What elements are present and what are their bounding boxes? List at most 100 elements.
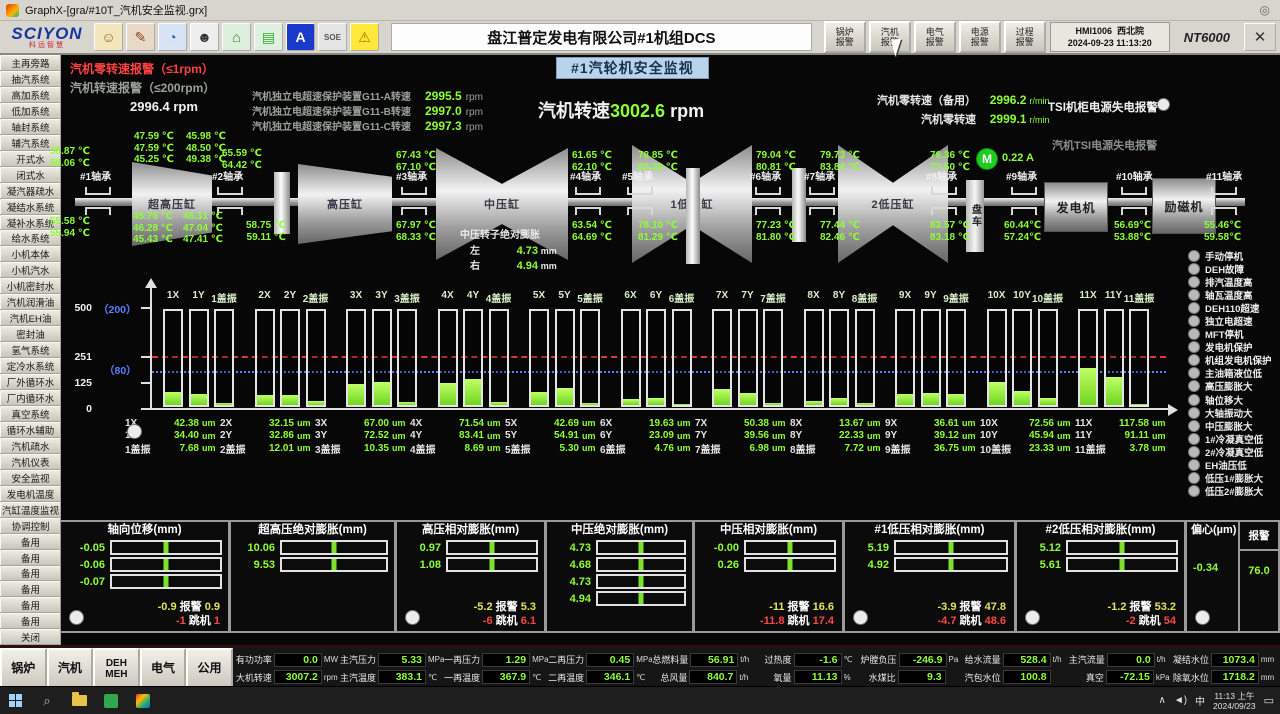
sidebar-item-0[interactable]: 主再旁路 xyxy=(0,55,61,71)
status-cell: 汽包水位100.8 xyxy=(965,670,1069,684)
notification-icon[interactable]: ▭ xyxy=(1264,694,1274,707)
sidebar-item-35[interactable]: 备用 xyxy=(0,613,61,629)
sidebar-item-3[interactable]: 低加系统 xyxy=(0,103,61,119)
font-A-icon[interactable]: A xyxy=(286,23,315,51)
bar-label-7Y: 7Y xyxy=(741,290,753,301)
app-taskbar-icon[interactable] xyxy=(128,688,158,713)
sidebar-item-33[interactable]: 备用 xyxy=(0,581,61,597)
gauge-bar xyxy=(280,557,388,572)
chart-y-arrow xyxy=(145,272,157,288)
status-cell: 真空-72.15kPa xyxy=(1069,670,1173,684)
sidebar-item-25[interactable]: 汽机仪表 xyxy=(0,454,61,470)
panda-icon[interactable]: ☻ xyxy=(190,23,219,51)
bearing-bracket-top-6 xyxy=(755,187,781,195)
status-cell: 炉膛负压-246.9Pa xyxy=(861,653,965,667)
search-icon[interactable]: ⌕ xyxy=(32,688,62,713)
sidebar-item-14[interactable]: 小机密封水 xyxy=(0,278,61,294)
alarm-button-1[interactable]: 汽机报警 xyxy=(869,21,911,53)
trip-limits: -1 跳机 1 xyxy=(176,612,220,628)
sidebar-item-32[interactable]: 备用 xyxy=(0,566,61,582)
alarm-bell-icon[interactable]: ⚠ xyxy=(350,23,379,51)
gauge-row: 4.73 xyxy=(547,573,692,590)
vibration-group-indicator xyxy=(127,424,142,439)
tray-chevron-icon[interactable]: ∧ xyxy=(1158,695,1165,706)
alarm-button-4[interactable]: 过程报警 xyxy=(1004,21,1046,53)
sidebar-item-8[interactable]: 凝汽器疏水 xyxy=(0,183,61,199)
gauge-bar xyxy=(446,540,538,555)
nav-button-2[interactable]: DEHMEH xyxy=(93,648,140,689)
sidebar-item-21[interactable]: 厂内循环水 xyxy=(0,390,61,406)
trip-limits: -11.8 跳机 17.4 xyxy=(760,612,834,628)
bar-2盖振 xyxy=(306,309,326,407)
taskbar-clock[interactable]: 11:13 上午 2024/09/23 xyxy=(1213,691,1256,711)
ytick-mark-3 xyxy=(141,408,150,410)
nav-button-1[interactable]: 汽机 xyxy=(47,648,94,689)
tsi-power-alarm-label: 汽机TSI电源失电报警 xyxy=(1052,137,1157,153)
start-button[interactable] xyxy=(0,688,30,713)
status-cell: 氧量11.13% xyxy=(756,670,860,684)
sidebar-item-7[interactable]: 闭式水 xyxy=(0,167,61,183)
panel-1: 超高压绝对膨胀(mm)10.069.53 xyxy=(230,520,396,633)
bearing-bracket-top-10 xyxy=(1121,187,1147,195)
sidebar-item-36[interactable]: 关闭 xyxy=(0,629,61,645)
close-button[interactable]: ✕ xyxy=(1244,23,1276,51)
nav-button-4[interactable]: 公用 xyxy=(186,648,233,689)
sidebar-item-31[interactable]: 备用 xyxy=(0,550,61,566)
sidebar-item-24[interactable]: 汽机疏水 xyxy=(0,438,61,454)
alarm-button-2[interactable]: 电气报警 xyxy=(914,21,956,53)
graphx-taskbar-icon[interactable] xyxy=(96,688,126,713)
eccentricity-alarm-box: 报警 76.0 xyxy=(1238,522,1278,631)
vibration-value-row: 5X42.69um xyxy=(505,417,601,430)
status-cell: 主汽压力5.33MPa xyxy=(340,653,444,667)
sidebar-item-17[interactable]: 密封油 xyxy=(0,326,61,342)
sidebar-item-23[interactable]: 循环水辅助 xyxy=(0,422,61,438)
titlebar-settings-icon[interactable]: ◎ xyxy=(1260,3,1270,17)
sidebar-item-9[interactable]: 凝结水系统 xyxy=(0,199,61,215)
file-explorer-icon[interactable] xyxy=(64,688,94,713)
sidebar-item-34[interactable]: 备用 xyxy=(0,597,61,613)
sidebar-item-15[interactable]: 汽机润滑油 xyxy=(0,294,61,310)
sidebar-item-12[interactable]: 小机本体 xyxy=(0,246,61,262)
gauge-row: 5.19 xyxy=(845,539,1014,556)
sidebar-item-22[interactable]: 真空系统 xyxy=(0,406,61,422)
bearing-bracket-top-8 xyxy=(931,187,957,195)
vibration-values-group-2: 2X32.15um2Y32.86um2盖振12.01um xyxy=(220,417,316,455)
sidebar-item-19[interactable]: 定冷水系统 xyxy=(0,358,61,374)
bar-3X xyxy=(346,309,366,407)
sidebar-item-1[interactable]: 抽汽系统 xyxy=(0,71,61,87)
sidebar-item-28[interactable]: 汽缸温度监视 xyxy=(0,502,61,518)
sidebar-item-18[interactable]: 氢气系统 xyxy=(0,342,61,358)
bar-3盖振 xyxy=(397,309,417,407)
monitor-icon[interactable]: ⌂ xyxy=(222,23,251,51)
nav-button-0[interactable]: 锅炉 xyxy=(0,648,47,689)
sidebar-item-27[interactable]: 发电机温度 xyxy=(0,486,61,502)
sidebar-item-2[interactable]: 高加系统 xyxy=(0,87,61,103)
operators-icon[interactable]: ☺ xyxy=(94,23,123,51)
alarm-button-3[interactable]: 电源报警 xyxy=(959,21,1001,53)
sidebar-item-20[interactable]: 厂外循环水 xyxy=(0,374,61,390)
sidebar-item-16[interactable]: 汽机EH油 xyxy=(0,310,61,326)
vibration-values-group-10: 10X72.56um10Y45.94um10盖振23.33um xyxy=(980,417,1076,455)
panel-title: 轴向位移(mm) xyxy=(61,522,228,539)
volume-icon[interactable]: ◄) xyxy=(1174,695,1187,706)
ime-indicator[interactable]: 中 xyxy=(1195,693,1205,708)
sidebar-item-26[interactable]: 安全监视 xyxy=(0,470,61,486)
cards-icon[interactable]: ▤ xyxy=(254,23,283,51)
printer-icon[interactable]: ✎ xyxy=(126,23,155,51)
page-title-box: #1汽轮机安全监视 xyxy=(556,58,709,78)
bar-fill xyxy=(348,384,364,405)
sidebar-item-30[interactable]: 备用 xyxy=(0,534,61,550)
sidebar-item-13[interactable]: 小机汽水 xyxy=(0,262,61,278)
trip-item-18: 低压2#膨胀大 xyxy=(1188,485,1280,498)
sidebar-item-4[interactable]: 轴封系统 xyxy=(0,119,61,135)
soe-icon[interactable]: SOE xyxy=(318,23,347,51)
nav-button-3[interactable]: 电气 xyxy=(140,648,187,689)
gauge-row: 4.68 xyxy=(547,556,692,573)
ytick-mark-1 xyxy=(141,356,150,358)
bar-5盖振 xyxy=(580,309,600,407)
trend-clock-icon[interactable]: ◔ xyxy=(158,23,187,51)
alarm-button-0[interactable]: 锅炉报警 xyxy=(824,21,866,53)
bar-fill xyxy=(1040,398,1056,405)
sidebar-item-29[interactable]: 协调控制 xyxy=(0,518,61,534)
bar-6Y xyxy=(646,309,666,407)
